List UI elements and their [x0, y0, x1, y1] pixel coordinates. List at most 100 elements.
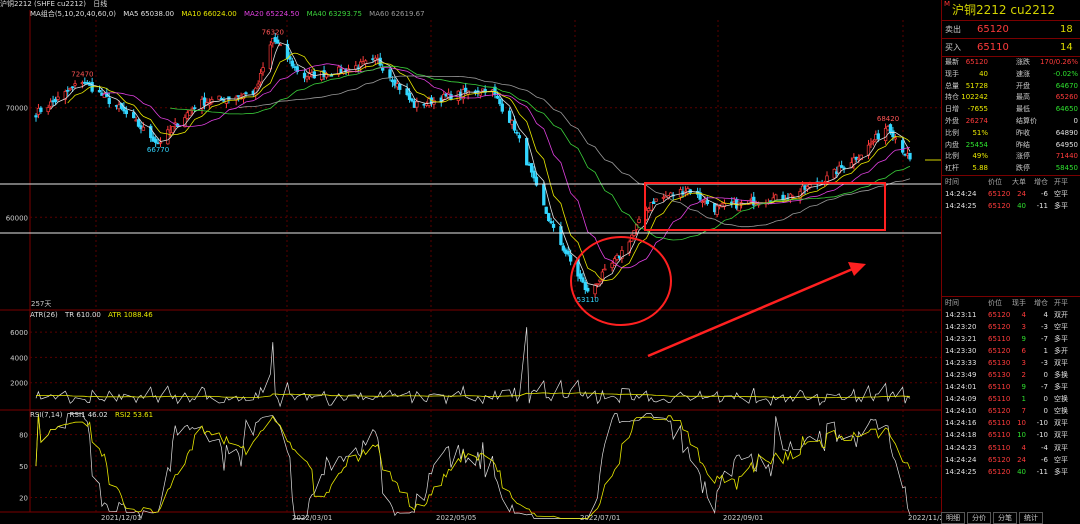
candle-body[interactable] [500, 103, 504, 112]
table-row[interactable]: 14:24:09 65110 1 0 空换 [942, 393, 1080, 405]
rsi-title[interactable]: RSI(7,14) [30, 411, 62, 419]
candle-body[interactable] [598, 279, 602, 282]
candle-body[interactable] [97, 90, 102, 93]
candle-body[interactable] [774, 194, 778, 201]
candle-body[interactable] [517, 135, 522, 139]
candle-body[interactable] [901, 140, 905, 153]
table-row[interactable]: 14:24:01 65110 9 -7 多平 [942, 381, 1080, 393]
candle-body[interactable] [871, 140, 876, 143]
candle-body[interactable] [603, 268, 607, 271]
candle-body[interactable] [48, 101, 53, 107]
candle-body[interactable] [66, 89, 70, 92]
table-row[interactable]: 14:24:10 65120 7 0 空换 [942, 405, 1080, 417]
table-row[interactable]: 14:24:16 65110 10 -10 双平 [942, 417, 1080, 429]
candle-body[interactable] [268, 44, 273, 70]
candle-body[interactable] [600, 271, 605, 280]
period-selector[interactable]: 日线 [93, 0, 107, 8]
sell-quote[interactable]: 卖出 65120 18 [942, 21, 1080, 39]
candle-body[interactable] [839, 165, 844, 168]
table-row[interactable]: 14:23:21 65110 9 -7 多平 [942, 333, 1080, 345]
buy-quote[interactable]: 买入 65110 14 [942, 39, 1080, 57]
table-row[interactable]: 14:23:11 65120 4 4 双开 [942, 309, 1080, 321]
candle-body[interactable] [132, 112, 136, 119]
candle-body[interactable] [808, 184, 812, 188]
candle-body[interactable] [290, 60, 294, 67]
contract-title[interactable]: 沪铜2212 (SHFE cu2212) [0, 0, 86, 8]
candle-body[interactable] [68, 88, 72, 91]
candle-body[interactable] [551, 223, 556, 228]
candle-body[interactable] [544, 206, 548, 214]
candle-body[interactable] [566, 251, 570, 255]
tab-0[interactable]: 明细 [941, 512, 965, 524]
candle-body[interactable] [256, 83, 260, 87]
candle-body[interactable] [542, 183, 546, 206]
candle-body[interactable] [652, 201, 656, 204]
candle-body[interactable] [893, 137, 898, 140]
candle-body[interactable] [388, 69, 392, 78]
candle-body[interactable] [305, 76, 309, 80]
kline-chart[interactable]: 70000 60000 6000 4000 2000 80 50 20 2021/12/01 20… [0, 0, 941, 524]
candle-body[interactable] [398, 83, 402, 90]
candle-body[interactable] [908, 152, 912, 160]
candle-body[interactable] [654, 198, 658, 202]
candle-body[interactable] [73, 83, 77, 86]
candle-body[interactable] [825, 175, 829, 182]
candle-body[interactable] [547, 213, 551, 222]
candle-body[interactable] [715, 205, 719, 215]
table-row[interactable]: 14:24:24 65120 24 -6 空平 [942, 188, 1080, 200]
candle-body[interactable] [705, 200, 710, 205]
tab-3[interactable]: 统计 [1019, 512, 1043, 524]
candle-body[interactable] [171, 126, 175, 134]
candle-body[interactable] [136, 119, 141, 127]
candle-body[interactable] [378, 57, 382, 66]
candle-body[interactable] [876, 133, 880, 140]
candle-body[interactable] [581, 277, 585, 283]
table-row[interactable]: 14:24:18 65110 10 -10 双平 [942, 429, 1080, 441]
candle-body[interactable] [869, 142, 873, 145]
candle-body[interactable] [637, 218, 641, 223]
candle-body[interactable] [70, 86, 75, 89]
table-row[interactable]: 14:23:49 65130 2 0 多换 [942, 369, 1080, 381]
table-row[interactable]: 14:24:23 65110 4 -4 双平 [942, 442, 1080, 454]
candle-body[interactable] [700, 201, 705, 203]
candle-body[interactable] [512, 120, 517, 131]
candle-body[interactable] [891, 130, 895, 138]
candle-body[interactable] [244, 92, 248, 95]
candle-body[interactable] [153, 138, 158, 143]
candle-body[interactable] [586, 287, 590, 292]
candle-body[interactable] [141, 126, 146, 131]
candle-body[interactable] [188, 110, 192, 116]
table-row[interactable]: 14:23:20 65120 3 -3 空平 [942, 321, 1080, 333]
candle-body[interactable] [56, 96, 60, 100]
candle-body[interactable] [46, 107, 50, 112]
candle-body[interactable] [85, 82, 89, 84]
candle-body[interactable] [525, 138, 529, 166]
candle-body[interactable] [381, 67, 385, 71]
candle-body[interactable] [193, 107, 197, 109]
tab-2[interactable]: 分笔 [993, 512, 1017, 524]
candle-body[interactable] [415, 101, 419, 108]
table-row[interactable]: 14:24:24 65120 24 -6 空平 [942, 454, 1080, 466]
candle-body[interactable] [595, 283, 600, 286]
candle-body[interactable] [276, 39, 280, 44]
table-row[interactable]: 14:24:25 65120 40 -11 多平 [942, 466, 1080, 478]
table-row[interactable]: 14:23:30 65120 6 1 多开 [942, 345, 1080, 357]
candle-body[interactable] [34, 115, 38, 118]
table-row[interactable]: 14:24:25 65120 40 -11 多平 [942, 200, 1080, 212]
atr-title[interactable]: ATR(26) [30, 311, 58, 319]
candle-body[interactable] [39, 107, 43, 112]
candle-body[interactable] [410, 98, 414, 102]
candle-body[interactable] [549, 221, 553, 224]
candle-body[interactable] [495, 95, 500, 99]
tab-1[interactable]: 分价 [967, 512, 991, 524]
candle-body[interactable] [569, 254, 573, 262]
candle-body[interactable] [261, 67, 265, 73]
candle-body[interactable] [498, 98, 502, 105]
candle-body[interactable] [515, 131, 519, 134]
candle-body[interactable] [158, 141, 163, 144]
candle-body[interactable] [312, 71, 316, 79]
ma-title[interactable]: MA组合(5,10,20,40,60,0) [30, 10, 116, 18]
table-row[interactable]: 14:23:33 65130 3 -3 双平 [942, 357, 1080, 369]
candle-body[interactable] [124, 110, 128, 115]
candle-body[interactable] [593, 284, 597, 295]
